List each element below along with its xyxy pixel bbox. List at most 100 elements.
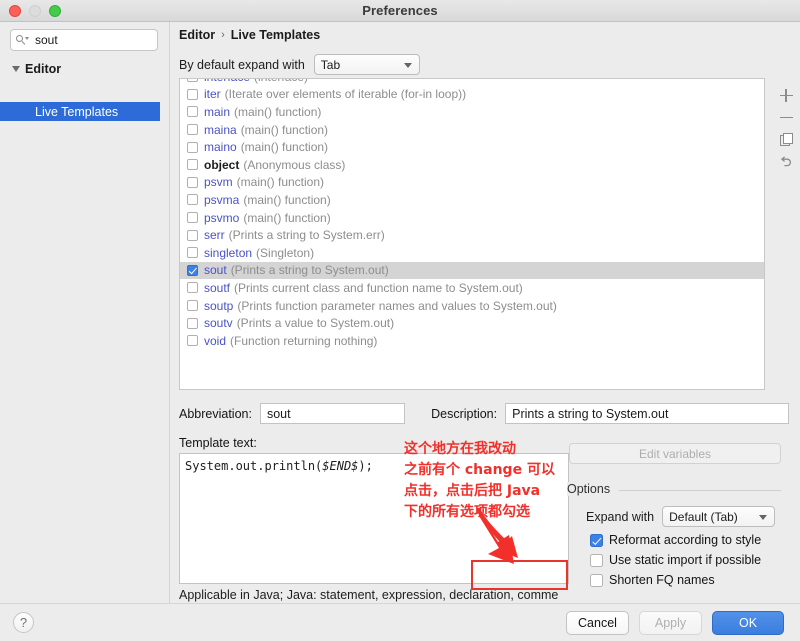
checkbox-icon[interactable] [187,265,198,276]
checkbox-icon[interactable] [590,574,603,587]
checkbox-icon[interactable] [187,89,198,100]
cancel-button[interactable]: Cancel [566,611,629,635]
options-expand-label: Expand with [586,510,654,524]
option-shorten-fq-label: Shorten FQ names [609,573,715,587]
sidebar-group-editor[interactable]: Editor [0,59,170,79]
template-description: (Singleton) [256,246,314,260]
reset-template-button[interactable] [775,150,797,172]
option-reformat[interactable]: Reformat according to style [590,533,761,547]
option-static-import[interactable]: Use static import if possible [590,553,761,567]
checkbox-icon[interactable] [590,554,603,567]
template-abbreviation: maino [204,140,237,154]
template-text-editor[interactable]: System.out.println($END$); [179,453,569,584]
template-abbreviation: psvm [204,175,233,189]
checkbox-icon[interactable] [187,247,198,258]
template-row[interactable]: psvma(main() function) [180,191,764,209]
template-row[interactable]: void(Function returning nothing) [180,332,764,350]
window-title: Preferences [0,3,800,18]
revert-icon [780,155,793,168]
checkbox-icon[interactable] [187,159,198,170]
sidebar: Editor Live Templates [0,22,170,603]
template-row[interactable]: maina(main() function) [180,121,764,139]
checkbox-icon[interactable] [187,230,198,241]
checkbox-icon[interactable] [187,194,198,205]
sidebar-group-label: Editor [25,62,61,76]
description-input[interactable]: Prints a string to System.out [505,403,789,424]
template-description: (Prints a string to System.err) [229,228,385,242]
template-row[interactable]: sout(Prints a string to System.out) [180,262,764,280]
checkbox-icon[interactable] [187,318,198,329]
settings-search[interactable] [10,29,158,51]
search-input[interactable] [29,33,190,47]
abbreviation-label: Abbreviation: [179,407,252,421]
template-row[interactable]: main(main() function) [180,103,764,121]
template-abbreviation: serr [204,228,225,242]
sidebar-item-live-templates[interactable]: Live Templates [0,102,160,121]
template-abbreviation: main [204,105,230,119]
ok-label: OK [739,616,757,630]
template-description: (Anonymous class) [243,158,345,172]
abbreviation-input[interactable]: sout [260,403,405,424]
edit-variables-button[interactable]: Edit variables [569,443,781,464]
template-row[interactable]: serr (Prints a string to System.err) [180,226,764,244]
template-abbreviation: psvma [204,193,239,207]
template-description: (Prints a string to System.out) [231,263,389,277]
apply-button[interactable]: Apply [639,611,702,635]
question-mark-icon: ? [20,615,27,630]
template-text-code: System.out.println($END$); [185,459,373,473]
code-prefix: System.out.println( [185,459,322,473]
checkbox-icon[interactable] [187,142,198,153]
options-legend: Options [567,482,615,496]
template-row[interactable]: psvmo(main() function) [180,209,764,227]
sidebar-item-label: Live Templates [35,105,118,119]
checkbox-icon[interactable] [187,177,198,188]
template-row[interactable]: psvm (main() function) [180,174,764,192]
template-row[interactable]: interface(interface) [180,78,764,86]
cancel-label: Cancel [578,616,617,630]
checkbox-icon[interactable] [187,78,198,82]
option-static-import-label: Use static import if possible [609,553,761,567]
duplicate-template-button[interactable] [775,128,797,150]
template-row[interactable]: object(Anonymous class) [180,156,764,174]
template-description: (main() function) [237,175,324,189]
checkbox-icon[interactable] [187,300,198,311]
breadcrumb-root[interactable]: Editor [179,28,215,42]
chevron-down-icon[interactable] [12,66,20,72]
template-row[interactable]: maino(main() function) [180,138,764,156]
template-row[interactable]: iter(Iterate over elements of iterable (… [180,86,764,104]
checkbox-icon[interactable] [187,335,198,346]
options-expand-row: Expand with Default (Tab) [586,506,775,527]
option-shorten-fq[interactable]: Shorten FQ names [590,573,715,587]
default-expand-select[interactable]: Tab [314,54,420,75]
edit-variables-label: Edit variables [639,447,711,461]
breadcrumb: Editor › Live Templates [179,28,320,42]
checkbox-icon[interactable] [187,124,198,135]
live-templates-list[interactable]: interface(interface)iter(Iterate over el… [179,78,765,390]
options-expand-value: Default (Tab) [669,510,738,524]
default-expand-label: By default expand with [179,58,305,72]
template-abbreviation: soutv [204,316,233,330]
template-row[interactable]: soutf(Prints current class and function … [180,279,764,297]
checkbox-icon[interactable] [187,282,198,293]
template-abbreviation: void [204,334,226,348]
minus-icon [780,111,793,124]
template-row[interactable]: singleton(Singleton) [180,244,764,262]
checkbox-icon[interactable] [187,212,198,223]
apply-label: Apply [655,616,686,630]
ok-button[interactable]: OK [712,611,784,635]
list-toolbar [772,78,800,390]
options-expand-select[interactable]: Default (Tab) [662,506,775,527]
remove-template-button[interactable] [775,106,797,128]
template-row[interactable]: soutv(Prints a value to System.out) [180,314,764,332]
help-button[interactable]: ? [13,612,34,633]
template-abbreviation: soutf [204,281,230,295]
applicable-context-text[interactable]: Applicable in Java; Java: statement, exp… [179,588,779,602]
abbreviation-value: sout [267,407,291,421]
option-reformat-label: Reformat according to style [609,533,761,547]
template-row[interactable]: soutp(Prints function parameter names an… [180,297,764,315]
breadcrumb-leaf: Live Templates [231,28,320,42]
checkbox-icon[interactable] [590,534,603,547]
add-template-button[interactable] [775,84,797,106]
checkbox-icon[interactable] [187,106,198,117]
template-description: (Iterate over elements of iterable (for-… [225,87,466,101]
